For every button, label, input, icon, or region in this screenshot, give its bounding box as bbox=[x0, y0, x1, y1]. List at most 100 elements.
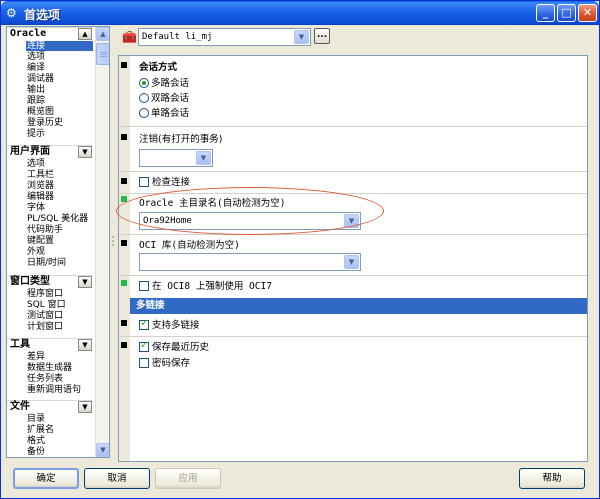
radio-dual-session[interactable]: 双路会话 bbox=[139, 93, 189, 105]
tree-item[interactable]: 字体 bbox=[27, 203, 45, 213]
gutter bbox=[119, 56, 130, 461]
close-icon[interactable]: ✕ bbox=[578, 4, 597, 22]
settings-panel: 会话方式 多路会话 双路会话 单路会话 注销(有打开的事务) ▼ 检查连接 Or… bbox=[118, 55, 588, 462]
default-marker-icon bbox=[121, 240, 127, 246]
cancel-button[interactable]: 取消 bbox=[84, 468, 150, 489]
minimize-icon[interactable]: _ bbox=[536, 4, 555, 22]
checkbox-icon bbox=[139, 358, 149, 368]
group-title: 窗口类型 bbox=[10, 276, 50, 287]
save-password-checkbox[interactable]: 密码保存 bbox=[139, 358, 190, 370]
tree-item[interactable]: 重新调用语句 bbox=[27, 385, 81, 395]
profile-value: Default li_mj bbox=[142, 32, 213, 42]
tree-item[interactable]: 日期/时间 bbox=[27, 258, 66, 268]
tree-item[interactable]: 测试窗口 bbox=[27, 311, 63, 321]
tree-item[interactable]: 跟踪 bbox=[27, 96, 45, 106]
profile-icon: 🧰 bbox=[122, 30, 137, 44]
save-history-checkbox[interactable]: 保存最近历史 bbox=[139, 340, 209, 354]
default-marker-icon bbox=[121, 342, 127, 348]
check-connection-checkbox[interactable]: 检查连接 bbox=[139, 177, 190, 189]
tree-scrollbar[interactable]: ▲ ▼ bbox=[95, 27, 109, 457]
group-header-window-types[interactable]: 窗口类型 ▼ bbox=[7, 275, 93, 288]
tree-item[interactable]: SQL 窗口 bbox=[27, 300, 66, 310]
tree-item[interactable]: 数据生成器 bbox=[27, 363, 72, 373]
tree-item[interactable]: 键配置 bbox=[27, 236, 54, 246]
tree-item[interactable]: 登录历史 bbox=[27, 118, 63, 128]
apply-button[interactable]: 应用 bbox=[155, 468, 221, 489]
tree-item[interactable]: 扩展名 bbox=[27, 425, 54, 435]
group-header-files[interactable]: 文件 ▼ bbox=[7, 400, 93, 413]
tree-item[interactable]: 目录 bbox=[27, 414, 45, 424]
window-title: 首选项 bbox=[24, 8, 61, 22]
tree-item[interactable]: 概览图 bbox=[27, 107, 54, 117]
tree-item[interactable]: 备份 bbox=[27, 447, 45, 457]
chevron-down-icon[interactable]: ▼ bbox=[344, 255, 359, 269]
group-title: 用户界面 bbox=[10, 146, 50, 157]
radio-icon bbox=[139, 93, 149, 103]
group-header-ui[interactable]: 用户界面 ▼ bbox=[7, 145, 93, 158]
tree-item[interactable]: 差异 bbox=[27, 352, 45, 362]
default-marker-icon bbox=[121, 178, 127, 184]
support-multi-connection-checkbox[interactable]: 支持多链接 bbox=[139, 318, 200, 332]
highlight-ellipse bbox=[116, 187, 384, 235]
group-title: Oracle bbox=[10, 28, 47, 39]
chevron-down-icon[interactable]: ▼ bbox=[78, 401, 92, 413]
scroll-up-icon[interactable]: ▲ bbox=[96, 27, 109, 41]
category-tree: Oracle ▲ 连接 选项 编译 调试器 输出 跟踪 概览图 登录历史 提示 … bbox=[6, 26, 110, 458]
tree-item[interactable]: 编译 bbox=[27, 63, 45, 73]
profile-select[interactable]: Default li_mj ▼ bbox=[138, 28, 311, 46]
scroll-down-icon[interactable]: ▼ bbox=[96, 443, 109, 457]
session-mode-label: 会话方式 bbox=[139, 62, 178, 73]
chevron-down-icon[interactable]: ▼ bbox=[294, 30, 309, 44]
help-button[interactable]: 帮助 bbox=[519, 468, 585, 489]
tree-item[interactable]: 程序窗口 bbox=[27, 289, 63, 299]
tree-item[interactable]: 工具栏 bbox=[27, 170, 54, 180]
group-header-oracle[interactable]: Oracle ▲ bbox=[7, 27, 93, 40]
tree-item[interactable]: 外观 bbox=[27, 247, 45, 257]
radio-single-session[interactable]: 单路会话 bbox=[139, 108, 189, 120]
oci-library-label: OCI 库(自动检测为空) bbox=[139, 240, 240, 251]
pane-splitter[interactable] bbox=[110, 26, 116, 458]
tree-item[interactable]: 任务列表 bbox=[27, 374, 63, 384]
logoff-label: 注销(有打开的事务) bbox=[139, 134, 223, 145]
changed-marker-icon bbox=[121, 280, 127, 286]
profile-browse-button[interactable]: ... bbox=[314, 28, 330, 44]
ok-button[interactable]: 确定 bbox=[13, 468, 79, 489]
gear-wrench-icon: ⚙ bbox=[6, 6, 17, 20]
logoff-select[interactable]: ▼ bbox=[139, 149, 213, 167]
force-oci7-checkbox[interactable]: 在 OCI8 上强制使用 OCI7 bbox=[139, 281, 272, 293]
tree-item[interactable]: 编辑器 bbox=[27, 192, 54, 202]
tree-item[interactable]: 浏览器 bbox=[27, 181, 54, 191]
tree-item[interactable]: 选项 bbox=[27, 159, 45, 169]
scroll-thumb[interactable] bbox=[96, 43, 109, 65]
tree-item[interactable]: 计划窗口 bbox=[27, 322, 63, 332]
default-marker-icon bbox=[121, 134, 127, 140]
tree-item-connection[interactable]: 连接 bbox=[26, 41, 93, 51]
checkbox-icon bbox=[139, 340, 149, 352]
collapse-icon[interactable]: ▲ bbox=[78, 28, 92, 40]
group-title: 文件 bbox=[10, 401, 30, 412]
tree-item[interactable]: 选项 bbox=[27, 52, 45, 62]
group-header-tools[interactable]: 工具 ▼ bbox=[7, 338, 93, 351]
chevron-down-icon[interactable]: ▼ bbox=[78, 146, 92, 158]
tree-item[interactable]: 调试器 bbox=[27, 74, 54, 84]
tree-item[interactable]: PL/SQL 美化器 bbox=[27, 214, 88, 224]
default-marker-icon bbox=[121, 62, 127, 68]
checkbox-icon bbox=[139, 177, 149, 187]
chevron-down-icon[interactable]: ▼ bbox=[78, 339, 92, 351]
multi-connection-header: 多链接 bbox=[130, 298, 587, 314]
checkbox-icon bbox=[139, 318, 149, 330]
chevron-down-icon[interactable]: ▼ bbox=[196, 151, 211, 165]
default-marker-icon bbox=[121, 320, 127, 326]
tree-item[interactable]: 输出 bbox=[27, 85, 45, 95]
chevron-down-icon[interactable]: ▼ bbox=[78, 276, 92, 288]
tree-item[interactable]: 提示 bbox=[27, 129, 45, 139]
tree-item[interactable]: 格式 bbox=[27, 436, 45, 446]
preferences-window: ⚙ 首选项 _ □ ✕ Oracle ▲ 连接 选项 编译 调试器 输出 跟踪 … bbox=[0, 0, 600, 499]
radio-multi-session[interactable]: 多路会话 bbox=[139, 78, 189, 90]
tree-item[interactable]: 代码助手 bbox=[27, 225, 63, 235]
title-bar[interactable]: ⚙ 首选项 _ □ ✕ bbox=[1, 1, 599, 25]
maximize-icon[interactable]: □ bbox=[557, 4, 576, 22]
oci-library-select[interactable]: ▼ bbox=[139, 253, 361, 271]
radio-icon bbox=[139, 108, 149, 118]
radio-icon bbox=[139, 78, 149, 88]
